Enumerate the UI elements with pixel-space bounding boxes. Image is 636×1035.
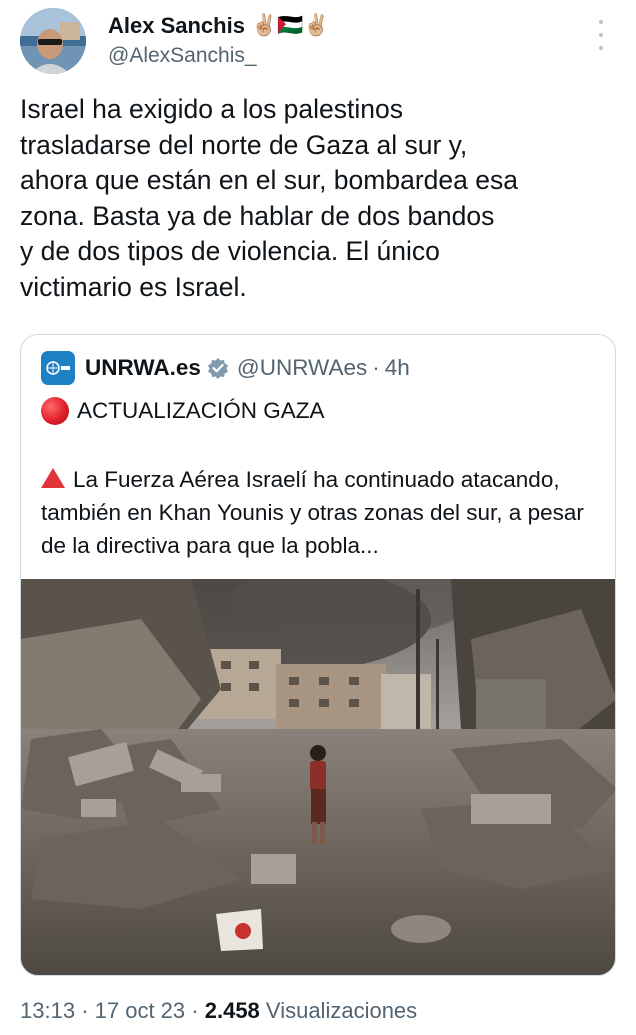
quoted-headline-text: ACTUALIZACIÓN GAZA xyxy=(77,398,325,423)
red-circle-icon xyxy=(41,397,69,425)
author-name-text: Alex Sanchis xyxy=(108,13,245,38)
author-name-emoji: ✌🏼🇵🇸✌🏼 xyxy=(250,14,330,37)
red-triangle-icon xyxy=(41,468,65,488)
tweet-time[interactable]: 13:13 xyxy=(20,998,75,1023)
tweet-date[interactable]: 17 oct 23 xyxy=(95,998,186,1023)
author-handle[interactable]: @AlexSanchis_ xyxy=(108,44,329,68)
views-count[interactable]: 2.458 xyxy=(205,998,260,1023)
quoted-headline: ACTUALIZACIÓN GAZA xyxy=(41,397,325,425)
tweet-footer: 13:13 · 17 oct 23 · 2.458 Visualizacione… xyxy=(20,998,417,1024)
more-options-icon[interactable] xyxy=(596,20,606,50)
footer-separator-2: · xyxy=(191,998,199,1023)
tweet-text: Israel ha exigido a los palestinos trasl… xyxy=(20,94,518,302)
quoted-author-name[interactable]: UNRWA.es xyxy=(85,355,201,381)
quoted-separator: · xyxy=(372,355,380,380)
quoted-timestamp[interactable]: 4h xyxy=(385,355,410,381)
views-label[interactable]: Visualizaciones xyxy=(266,998,417,1023)
quoted-media-image[interactable] xyxy=(21,559,615,975)
author-avatar[interactable] xyxy=(20,8,86,74)
author-display-name[interactable]: Alex Sanchis ✌🏼🇵🇸✌🏼 xyxy=(108,12,329,40)
tweet-header: Alex Sanchis ✌🏼🇵🇸✌🏼 @AlexSanchis_ xyxy=(20,8,620,78)
quoted-body: La Fuerza Aérea Israelí ha continuado at… xyxy=(41,463,601,562)
unrwa-avatar[interactable] xyxy=(41,351,75,385)
quoted-body-text: La Fuerza Aérea Israelí ha continuado at… xyxy=(41,467,584,558)
quoted-tweet[interactable]: UNRWA.es @UNRWAes · 4h ACTUALIZACIÓN GAZ… xyxy=(20,334,616,976)
quoted-tweet-header: UNRWA.es @UNRWAes · 4h xyxy=(41,351,410,385)
footer-separator-1: · xyxy=(81,998,89,1023)
quoted-author-handle[interactable]: @UNRWAes xyxy=(237,355,367,381)
verified-badge-icon xyxy=(207,358,228,379)
